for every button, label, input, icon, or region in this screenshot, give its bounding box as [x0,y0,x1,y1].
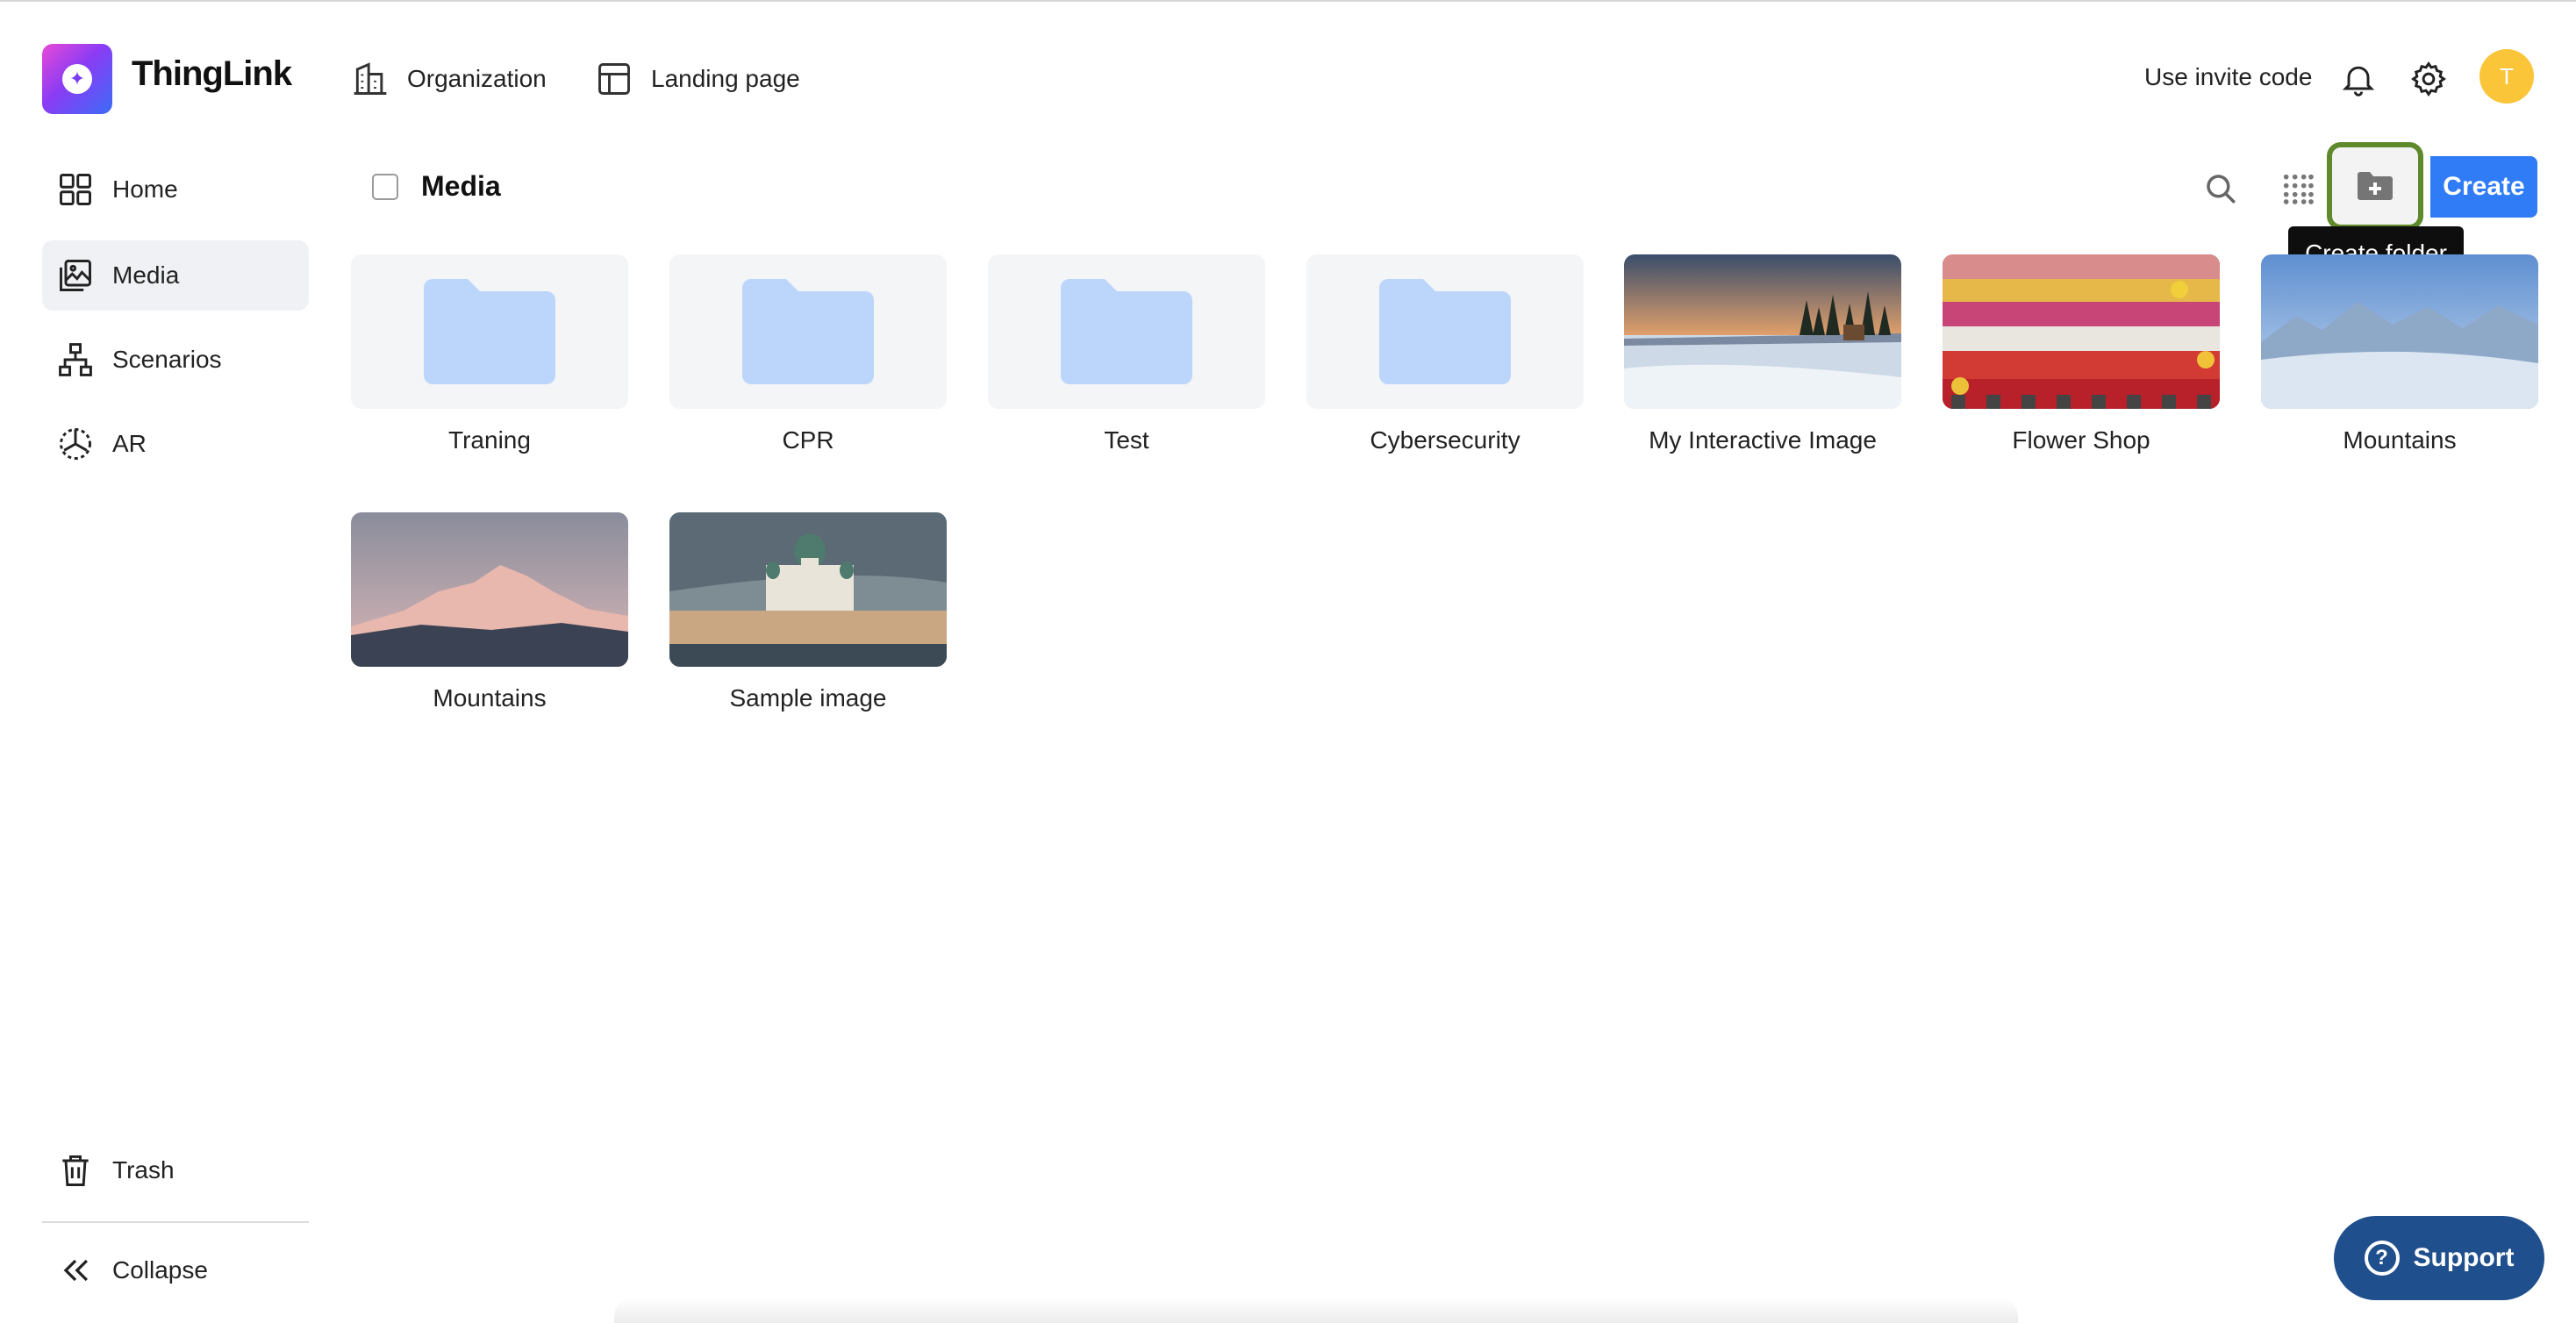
item-label: Test [1104,426,1149,454]
bottom-fade [614,1298,2018,1323]
user-avatar[interactable]: T [2479,49,2534,104]
folder-item[interactable]: Traning [351,254,628,454]
sidebar-item-ar[interactable]: AR [42,409,309,479]
home-grid-icon [60,174,91,205]
landing-page-label: Landing page [651,65,800,92]
item-label: Cybersecurity [1370,426,1521,454]
app-name: ThingLink [132,54,292,93]
image-item[interactable]: My Interactive Image [1624,254,1901,454]
double-chevron-left-icon [63,1259,89,1282]
folder-thumbnail [1306,254,1584,409]
building-icon [354,62,387,95]
folder-icon [742,279,874,384]
folder-item[interactable]: Test [988,254,1265,454]
notifications-button[interactable] [2337,58,2379,100]
sidebar-item-label: Media [112,261,180,289]
organization-link[interactable]: Organization [351,60,547,98]
item-label: Sample image [729,684,887,712]
sidebar-item-trash[interactable]: Trash [42,1135,309,1205]
create-folder-button[interactable] [2327,142,2423,230]
sidebar-item-label: Scenarios [112,346,222,373]
folder-plus-icon [2358,172,2393,200]
support-label: Support [2413,1243,2515,1272]
folder-icon [424,279,555,384]
page-title: Media [421,170,501,202]
thinglink-logo[interactable]: ✦ [42,44,112,114]
ar-icon [60,428,91,460]
item-label: CPR [782,426,834,454]
item-label: My Interactive Image [1649,426,1877,454]
organization-label: Organization [407,65,547,92]
folder-thumbnail [669,254,947,409]
collapse-button[interactable]: Collapse [42,1235,309,1305]
support-button[interactable]: ? Support [2334,1216,2544,1300]
search-icon [2207,175,2236,204]
image-item[interactable]: Mountains [2261,254,2538,454]
search-button[interactable] [2199,167,2243,211]
use-invite-code-link[interactable]: Use invite code [2144,63,2312,91]
select-all-checkbox[interactable] [372,174,398,200]
trash-label: Trash [112,1156,175,1184]
help-question-icon: ? [2364,1241,2400,1276]
collapse-label: Collapse [112,1256,208,1284]
sidebar-item-media[interactable]: Media [42,240,309,311]
bell-icon [2342,66,2375,97]
item-label: Mountains [2343,426,2457,454]
cathedral-thumbnail [669,512,947,667]
top-border [0,0,2576,2]
scenarios-icon [59,343,92,376]
sidebar-item-home[interactable]: Home [42,154,309,225]
image-item[interactable]: Sample image [669,512,947,712]
create-button[interactable]: Create [2430,156,2537,218]
grid-dots-icon [2283,174,2314,204]
gear-icon [2411,61,2446,97]
item-label: Flower Shop [2012,426,2150,454]
folder-thumbnail [988,254,1265,409]
grid-view-button[interactable] [2276,167,2320,211]
settings-button[interactable] [2408,58,2450,100]
landing-page-link[interactable]: Landing page [595,60,800,98]
folder-icon [1061,279,1192,384]
layout-icon [598,63,630,95]
item-label: Traning [448,426,531,454]
trash-icon [62,1155,89,1186]
folder-icon [1379,279,1511,384]
image-item[interactable]: Flower Shop [1943,254,2220,454]
blue-mountains-thumbnail [2261,254,2538,409]
pink-mountains-thumbnail [351,512,628,667]
folder-item[interactable]: CPR [669,254,947,454]
logo-star-icon: ✦ [62,64,92,94]
winter-lake-thumbnail [1624,254,1901,409]
folder-thumbnail [351,254,628,409]
media-icon [60,260,91,291]
folder-item[interactable]: Cybersecurity [1306,254,1584,454]
sidebar-item-label: AR [112,430,147,457]
sidebar-divider [42,1221,309,1223]
sidebar-item-scenarios[interactable]: Scenarios [42,325,309,395]
sidebar-item-label: Home [112,175,178,203]
flower-shop-thumbnail [1943,254,2220,409]
image-item[interactable]: Mountains [351,512,628,712]
item-label: Mountains [433,684,547,712]
